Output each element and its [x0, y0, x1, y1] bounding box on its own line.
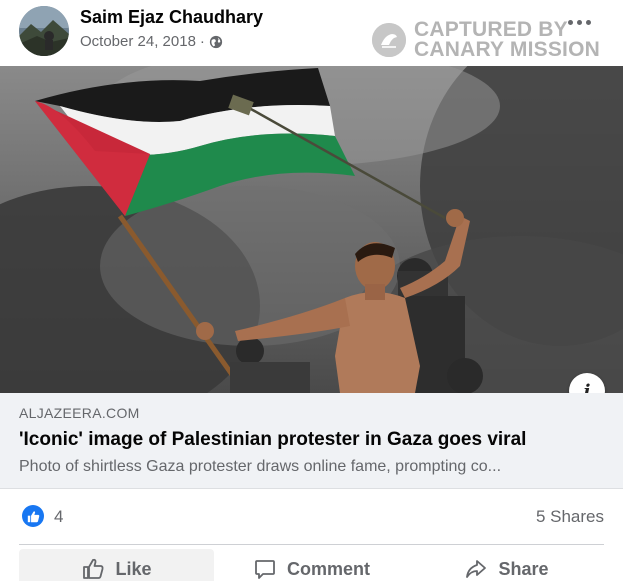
canary-mission-watermark: CAPTURED BY CANARY MISSION — [372, 19, 600, 61]
post-date[interactable]: October 24, 2018 — [80, 33, 196, 50]
more-options-icon[interactable] — [568, 12, 594, 32]
share-icon — [466, 560, 487, 578]
link-preview[interactable]: ALJAZEERA.COM 'Iconic' image of Palestin… — [0, 393, 623, 489]
watermark-line-2: CANARY MISSION — [414, 38, 600, 61]
action-bar: Like Comment Share — [19, 549, 604, 581]
author-avatar[interactable] — [19, 6, 69, 56]
comment-button[interactable]: Comment — [214, 549, 409, 581]
share-count[interactable]: 5 Shares — [536, 507, 604, 527]
thumbs-up-icon — [83, 558, 104, 579]
author-name[interactable]: Saim Ejaz Chaudhary — [80, 7, 263, 28]
link-headline[interactable]: 'Iconic' image of Palestinian protester … — [19, 429, 526, 451]
post-photo[interactable] — [0, 66, 623, 393]
like-label: Like — [115, 558, 152, 579]
share-label: Share — [498, 558, 549, 579]
post-header: Saim Ejaz Chaudhary October 24, 2018 · C… — [0, 0, 623, 66]
like-icon[interactable] — [22, 505, 44, 527]
canary-logo-icon — [372, 23, 406, 57]
stats-divider — [19, 544, 604, 545]
reaction-count[interactable]: 4 — [54, 507, 63, 527]
share-button[interactable]: Share — [409, 549, 604, 581]
comment-label: Comment — [286, 558, 370, 579]
meta-separator: · — [199, 33, 205, 50]
globe-icon[interactable] — [209, 35, 223, 49]
link-summary: Photo of shirtless Gaza protester draws … — [19, 458, 502, 475]
link-domain: ALJAZEERA.COM — [19, 405, 140, 421]
comment-icon — [255, 560, 275, 579]
like-button[interactable]: Like — [19, 549, 214, 581]
post-meta: October 24, 2018 · — [80, 33, 223, 50]
